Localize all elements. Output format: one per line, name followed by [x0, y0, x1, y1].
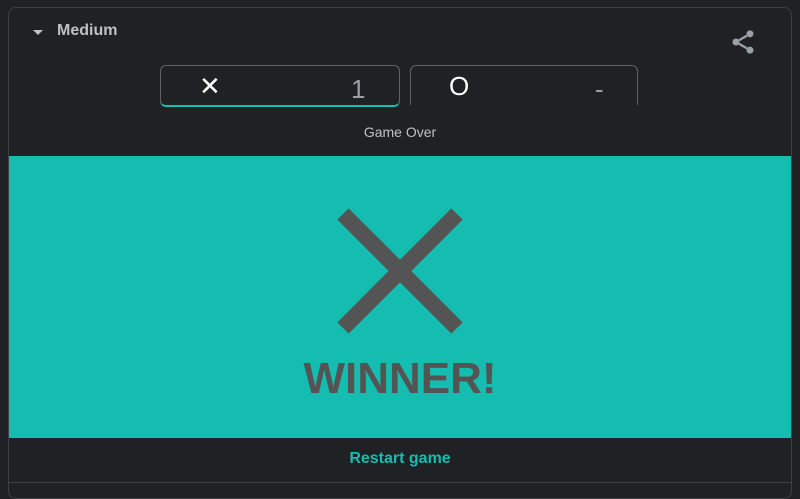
score-o-tab[interactable]: O - [410, 65, 638, 105]
caret-down-icon [33, 29, 43, 35]
o-symbol: O [449, 71, 470, 101]
result-board: WINNER! [9, 156, 791, 438]
share-icon [732, 30, 754, 54]
o-score: - [595, 74, 604, 104]
x-score: 1 [351, 74, 366, 104]
share-button[interactable] [729, 28, 757, 56]
game-card: Medium ✕ 1 O - Game Over WINNER! Restart… [8, 7, 792, 499]
score-row: ✕ 1 O - [9, 65, 791, 107]
x-symbol: ✕ [199, 71, 221, 101]
divider [9, 482, 791, 483]
game-status: Game Over [363, 124, 437, 140]
x-winner-mark [337, 208, 463, 334]
difficulty-dropdown[interactable]: Medium [33, 22, 117, 40]
winner-text: WINNER! [303, 354, 497, 403]
game-header: Medium [9, 8, 791, 68]
score-x-tab[interactable]: ✕ 1 [160, 65, 400, 107]
restart-game-button[interactable]: Restart game [9, 450, 791, 468]
difficulty-label: Medium [57, 22, 118, 39]
